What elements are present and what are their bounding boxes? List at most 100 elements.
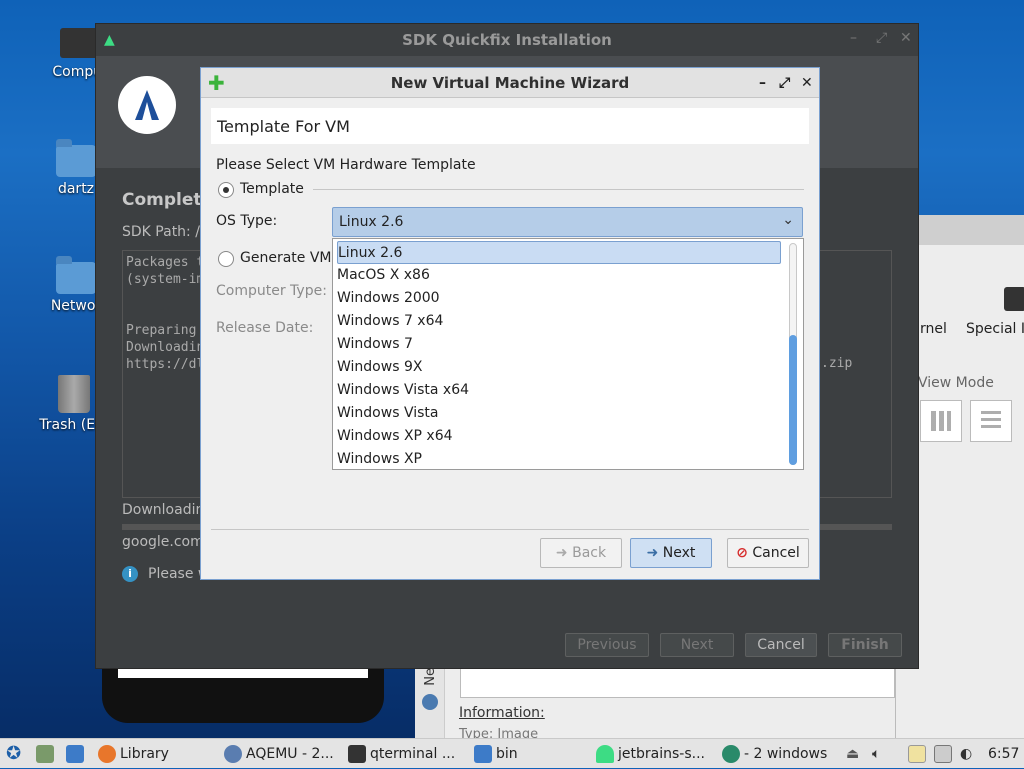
list-view-button[interactable]	[970, 400, 1012, 442]
new-vm-wizard-window: ✚ New Virtual Machine Wizard – ⤢ ✕ Templ…	[200, 67, 820, 580]
os-option[interactable]: Windows 9X	[337, 356, 781, 379]
maximize-icon[interactable]: ⤢	[779, 68, 790, 98]
next-arrow-icon: ➜	[646, 545, 659, 561]
separator	[313, 189, 804, 190]
sdk-minimize-icon[interactable]: –	[850, 30, 857, 46]
downloading-label: Downloadin	[122, 502, 205, 518]
clock: 6:57	[988, 746, 1020, 762]
taskbar-qterminal[interactable]: qterminal ...	[348, 739, 455, 769]
taskbar-jetbrains[interactable]: jetbrains-s...	[596, 739, 705, 769]
log-line: Packages t	[126, 255, 205, 270]
back-button[interactable]: ➜ Back	[540, 538, 622, 568]
start-menu-icon[interactable]: ✪	[6, 739, 21, 769]
chip-icon	[1004, 287, 1024, 311]
desktop-icon-label: Networ	[50, 298, 102, 314]
desktop-icon-label: dartz	[57, 181, 95, 197]
clipboard-icon[interactable]	[908, 739, 930, 769]
information-label: Information:	[459, 705, 545, 721]
os-option[interactable]: MacOS X x86	[337, 264, 781, 287]
plus-icon: ✚	[208, 71, 225, 95]
home-folder-icon	[56, 139, 96, 177]
finish-button[interactable]: Finish	[828, 633, 902, 657]
log-line: Downloadin	[126, 340, 205, 355]
taskbar-windows-group[interactable]: - 2 windows	[722, 739, 827, 769]
generate-vm-label: Generate VM	[240, 250, 332, 266]
template-radio-label: Template	[240, 181, 304, 197]
side-tab-label: Ne	[423, 668, 438, 686]
terminal-icon	[348, 745, 366, 763]
view-mode-label: View Mode	[918, 375, 994, 391]
background-window-bottom: Ne Information: Type: Image	[415, 660, 895, 742]
sdk-maximize-icon[interactable]: ⤢	[876, 30, 887, 46]
sdk-path-label: SDK Path: /	[122, 224, 200, 240]
group-icon	[722, 745, 740, 763]
taskbar-aqemu[interactable]: AQEMU - 2...	[224, 739, 334, 769]
taskbar-bin[interactable]: bin	[474, 739, 518, 769]
taskbar-library-label: Library	[120, 746, 169, 762]
network-icon	[422, 694, 438, 710]
chevron-down-icon: ⌄	[782, 212, 794, 228]
log-line: (system-im	[126, 272, 205, 287]
template-prompt: Please Select VM Hardware Template	[216, 157, 476, 173]
side-tab[interactable]: Ne	[415, 660, 445, 738]
os-option[interactable]: Windows 7	[337, 333, 781, 356]
back-arrow-icon: ➜	[555, 545, 568, 561]
trash-icon	[58, 375, 90, 413]
network-status-icon[interactable]: ◐	[960, 739, 972, 769]
eject-icon[interactable]: ⏏	[846, 739, 859, 769]
button-separator	[211, 529, 809, 530]
download-url: google.com/	[122, 534, 209, 550]
os-option[interactable]: Windows 7 x64	[337, 310, 781, 333]
sdk-cancel-button[interactable]: Cancel	[745, 633, 817, 657]
next-button-label: Next	[662, 545, 696, 561]
firefox-icon	[98, 745, 116, 763]
os-type-dropdown-list: Linux 2.6 MacOS X x86 Windows 2000 Windo…	[332, 238, 804, 470]
file-manager-icon[interactable]	[36, 739, 58, 769]
sdk-close-icon[interactable]: ✕	[900, 30, 912, 46]
os-option[interactable]: Windows XP	[337, 448, 781, 471]
release-date-label: Release Date:	[216, 320, 314, 336]
os-type-select[interactable]: Linux 2.6 ⌄	[332, 207, 803, 237]
os-option[interactable]: Windows XP x64	[337, 425, 781, 448]
cancel-button[interactable]: ⊘ Cancel	[727, 538, 809, 568]
taskbar-aqemu-label: AQEMU - 2...	[246, 746, 334, 762]
taskbar-bin-label: bin	[496, 746, 518, 762]
taskbar-jetbrains-label: jetbrains-s...	[618, 746, 705, 762]
os-option[interactable]: Windows 2000	[337, 287, 781, 310]
computer-type-label: Computer Type:	[216, 283, 327, 299]
dropdown-scrollbar-thumb[interactable]	[789, 335, 797, 465]
os-option[interactable]: Linux 2.6	[337, 241, 781, 264]
minimize-icon[interactable]: –	[759, 68, 766, 98]
cancel-button-label: Cancel	[752, 545, 800, 561]
back-button-label: Back	[572, 545, 607, 561]
taskbar-library[interactable]: Library	[98, 739, 169, 769]
taskbar-qterminal-label: qterminal ...	[370, 746, 456, 762]
cancel-icon: ⊘	[736, 545, 748, 561]
generate-vm-radio[interactable]: Generate VM	[218, 250, 333, 270]
network-folder-icon	[56, 256, 96, 294]
android-icon: ▲	[104, 32, 115, 48]
sdk-log-lines: Packages t (system-im Preparing Download…	[126, 254, 204, 373]
volume-icon[interactable]: 🔈︎	[872, 739, 880, 769]
keyboard-icon[interactable]	[934, 739, 956, 769]
next-button[interactable]: ➜ Next	[630, 538, 712, 568]
generate-vm-radio-button[interactable]	[218, 251, 234, 267]
os-option[interactable]: Windows Vista	[337, 402, 781, 425]
os-option[interactable]: Windows Vista x64	[337, 379, 781, 402]
sdk-window-title: SDK Quickfix Installation	[96, 24, 918, 56]
previous-button[interactable]: Previous	[565, 633, 649, 657]
log-line: https://dl	[126, 357, 205, 372]
close-icon[interactable]: ✕	[801, 68, 813, 98]
icon-view-button[interactable]	[920, 400, 962, 442]
template-header: Template For VM	[211, 108, 809, 144]
show-desktop-icon[interactable]	[66, 739, 88, 769]
wizard-title-bar: ✚ New Virtual Machine Wizard – ⤢ ✕	[201, 68, 819, 98]
template-radio-button[interactable]	[218, 182, 234, 198]
aqemu-icon	[224, 745, 242, 763]
template-radio[interactable]: Template	[218, 181, 418, 201]
log-line: Preparing	[126, 323, 197, 338]
sdk-next-button[interactable]: Next	[660, 633, 734, 657]
os-type-label: OS Type:	[216, 213, 278, 229]
os-type-value: Linux 2.6	[339, 214, 404, 230]
taskbar-windows-label: - 2 windows	[744, 746, 828, 762]
